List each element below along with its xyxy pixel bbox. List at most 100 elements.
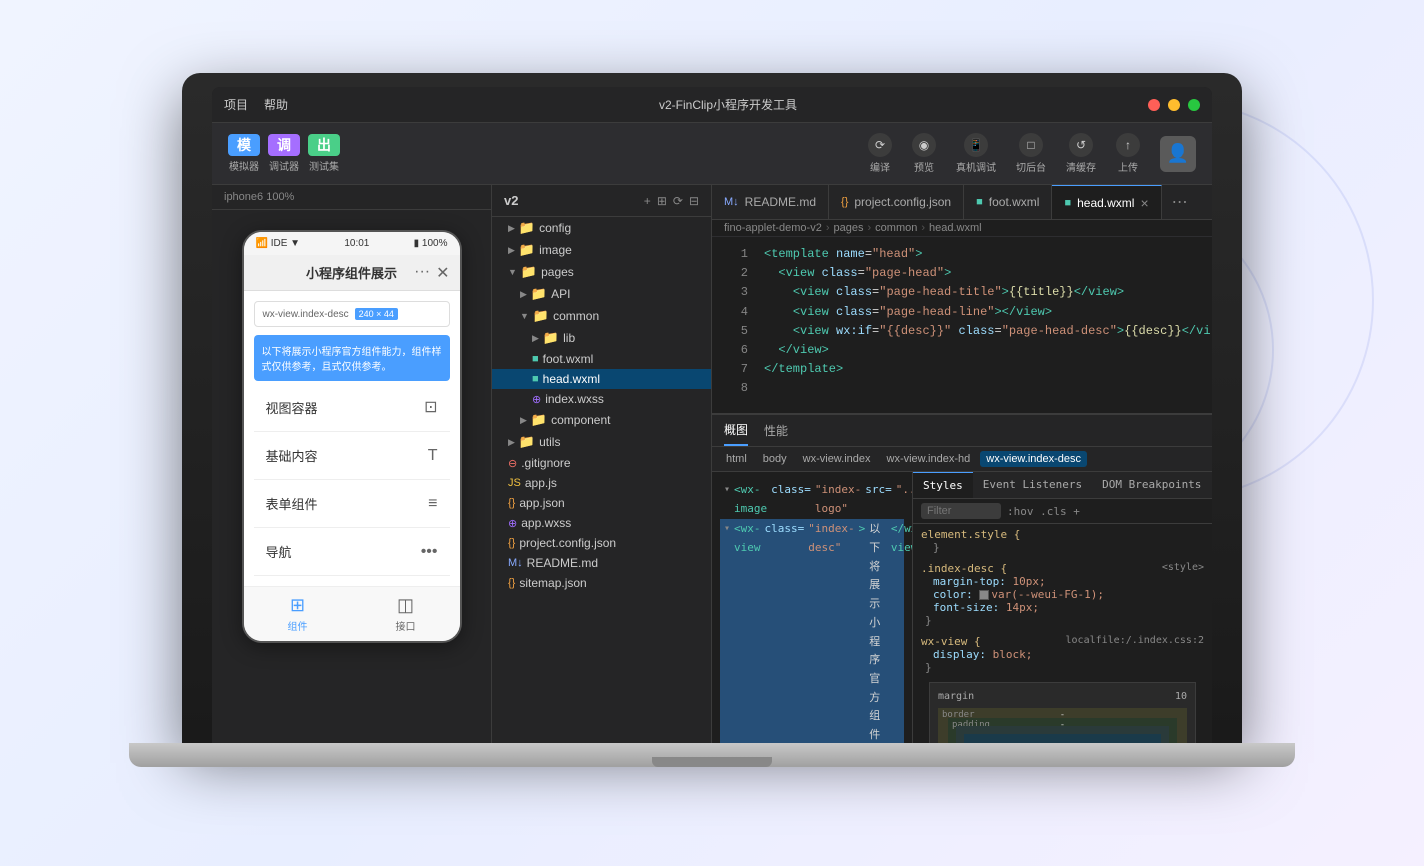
file-item-common[interactable]: ▼ 📁 common	[492, 305, 711, 327]
code-content: <view wx:if="{{desc}}" class="page-head-…	[764, 322, 1211, 341]
css-rule-wx-view: wx-view { localfile:/.index.css:2 displa…	[921, 635, 1204, 674]
screen-bezel: 项目 帮助 v2-FinClip小程序开发工具 模	[182, 73, 1242, 743]
phone-container: 📶 IDE ▼ 10:01 ▮ 100% 小程序组件展示 ··· ✕	[212, 210, 491, 743]
file-name: head.wxml	[543, 372, 600, 386]
tab-project-config[interactable]: {} project.config.json	[829, 185, 964, 220]
window-title: v2-FinClip小程序开发工具	[308, 96, 1148, 113]
folder-icon: 📁	[543, 330, 559, 346]
dom-line-view-desc[interactable]: ▾ <wx-view class="index-desc" > 以下将展示小程序…	[720, 519, 904, 743]
list-item-basic-content[interactable]: 基础内容 T	[254, 432, 450, 480]
list-item-nav[interactable]: 导航 •••	[254, 528, 450, 576]
tab-foot-wxml[interactable]: ■ foot.wxml	[964, 185, 1052, 220]
code-editor[interactable]: 1 <template name="head"> 2 <view class="…	[712, 237, 1212, 413]
file-item-foot-wxml[interactable]: ■ foot.wxml	[492, 349, 711, 369]
action-real-device[interactable]: 📱 真机调试	[956, 133, 996, 174]
mode-debugger[interactable]: 调 调试器	[268, 134, 300, 173]
action-compile[interactable]: ⟳ 编译	[868, 133, 892, 174]
breadcrumb-file: head.wxml	[929, 222, 982, 234]
mode-test[interactable]: 出 测试集	[308, 134, 340, 173]
file-item-component[interactable]: ▶ 📁 component	[492, 409, 711, 431]
nav-item-component[interactable]: ⊞ 组件	[288, 595, 308, 633]
mode-simulator[interactable]: 模 模拟器	[228, 134, 260, 173]
filter-input[interactable]	[921, 503, 1001, 519]
chevron-down-icon: ▼	[520, 311, 529, 321]
wxml-tab-icon-active: ■	[1064, 197, 1071, 209]
code-line-8: 8	[712, 379, 1212, 398]
file-item-image[interactable]: ▶ 📁 image	[492, 239, 711, 261]
css-val-font-size: 14px;	[1006, 601, 1039, 614]
phone-status-right: ▮ 100%	[414, 238, 448, 249]
phone-status-time: 10:01	[344, 238, 369, 249]
color-swatch	[979, 590, 989, 600]
devtools-toolbar: 概图 性能	[712, 415, 1212, 447]
action-background[interactable]: □ 切后台	[1016, 133, 1046, 174]
more-icon[interactable]: ···	[414, 263, 430, 283]
file-collapse-icon[interactable]: ⊟	[689, 194, 699, 208]
user-avatar[interactable]: 👤	[1160, 136, 1196, 172]
bc-tab-body[interactable]: body	[757, 451, 793, 467]
dom-tree-panel[interactable]: ▾ <wx-image class="index-logo" src="../r…	[712, 472, 912, 743]
list-item-form[interactable]: 表单组件 ≡	[254, 480, 450, 528]
file-item-head-wxml[interactable]: ■ head.wxml	[492, 369, 711, 389]
code-line-7: 7 </template>	[712, 360, 1212, 379]
tab-readme[interactable]: M↓ README.md	[712, 185, 829, 220]
action-upload[interactable]: ↑ 上传	[1116, 133, 1140, 174]
devtools-tab-element[interactable]: 概图	[724, 415, 748, 446]
file-item-project-config[interactable]: {} project.config.json	[492, 533, 711, 553]
breadcrumb-sep-3: ›	[921, 222, 925, 234]
styles-tab[interactable]: Styles	[913, 472, 973, 498]
bc-tab-wx-view-index-hd[interactable]: wx-view.index-hd	[881, 451, 977, 467]
list-item-view-container[interactable]: 视图容器 ⊡	[254, 383, 450, 432]
action-clear-cache[interactable]: ↺ 清缓存	[1066, 133, 1096, 174]
bc-tab-wx-view-index-desc[interactable]: wx-view.index-desc	[980, 451, 1087, 467]
file-item-app-js[interactable]: JS app.js	[492, 473, 711, 493]
menu-help[interactable]: 帮助	[264, 96, 288, 113]
minimize-button[interactable]	[1168, 99, 1180, 111]
bc-tab-html[interactable]: html	[720, 451, 753, 467]
phone-bottom-nav: ⊞ 组件 ◫ 接口	[244, 586, 460, 641]
file-item-readme[interactable]: M↓ README.md	[492, 553, 711, 573]
file-item-gitignore[interactable]: ⊖ .gitignore	[492, 453, 711, 473]
dom-tag-wx-view: <wx-view	[734, 520, 761, 743]
close-button[interactable]	[1148, 99, 1160, 111]
action-preview[interactable]: ◉ 预览	[912, 133, 936, 174]
md-tab-icon: M↓	[724, 196, 739, 208]
file-name: utils	[539, 435, 560, 449]
file-folder-icon[interactable]: ⊞	[657, 194, 667, 208]
file-item-app-json[interactable]: {} app.json	[492, 493, 711, 513]
file-item-index-wxss[interactable]: ⊕ index.wxss	[492, 389, 711, 409]
dom-line-image[interactable]: ▾ <wx-image class="index-logo" src="../r…	[720, 480, 904, 519]
api-nav-icon: ◫	[397, 595, 414, 616]
background-icon: □	[1019, 133, 1043, 157]
menu-project[interactable]: 项目	[224, 96, 248, 113]
properties-tab[interactable]: Properties	[1211, 472, 1212, 498]
bc-tab-wx-view-index[interactable]: wx-view.index	[797, 451, 877, 467]
close-icon[interactable]: ✕	[436, 263, 449, 283]
nav-item-api[interactable]: ◫ 接口	[396, 595, 416, 633]
file-item-app-wxss[interactable]: ⊕ app.wxss	[492, 513, 711, 533]
tab-close-icon[interactable]: ×	[1140, 196, 1148, 210]
line-num: 4	[724, 303, 748, 322]
file-item-config[interactable]: ▶ 📁 config	[492, 217, 711, 239]
file-item-sitemap[interactable]: {} sitemap.json	[492, 573, 711, 593]
file-refresh-icon[interactable]: ⟳	[673, 194, 683, 208]
file-item-utils[interactable]: ▶ 📁 utils	[492, 431, 711, 453]
box-label-margin: margin	[938, 691, 974, 702]
devtools-tab-console[interactable]: 性能	[764, 416, 788, 445]
tab-head-wxml[interactable]: ■ head.wxml ×	[1052, 185, 1161, 220]
event-listeners-tab[interactable]: Event Listeners	[973, 472, 1092, 498]
screen-inner: 项目 帮助 v2-FinClip小程序开发工具 模	[212, 87, 1212, 743]
tab-project-config-label: project.config.json	[854, 195, 951, 209]
test-label: 测试集	[309, 158, 339, 173]
file-name: app.wxss	[521, 516, 571, 530]
dom-breakpoints-tab[interactable]: DOM Breakpoints	[1092, 472, 1211, 498]
file-item-lib[interactable]: ▶ 📁 lib	[492, 327, 711, 349]
file-add-icon[interactable]: +	[644, 194, 651, 208]
file-item-api[interactable]: ▶ 📁 API	[492, 283, 711, 305]
background-label: 切后台	[1016, 159, 1046, 174]
tabs-more-icon[interactable]: ⋯	[1162, 192, 1198, 212]
line-num: 1	[724, 245, 748, 264]
maximize-button[interactable]	[1188, 99, 1200, 111]
file-item-pages[interactable]: ▼ 📁 pages	[492, 261, 711, 283]
phone-app-title: 小程序组件展示	[306, 263, 397, 282]
